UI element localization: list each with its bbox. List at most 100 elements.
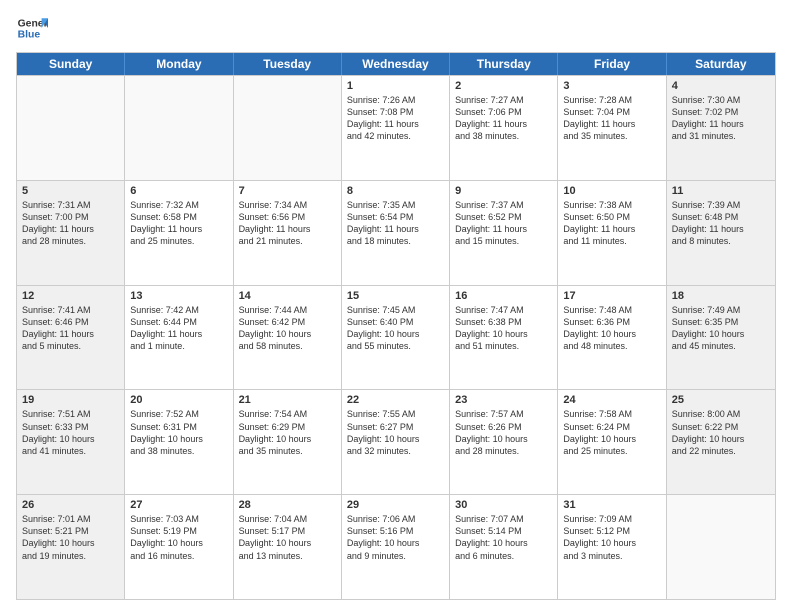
- calendar-cell: 18 Sunrise: 7:49 AM Sunset: 6:35 PM Dayli…: [667, 286, 775, 390]
- calendar-cell: 24Sunrise: 7:58 AM Sunset: 6:24 PM Dayli…: [558, 390, 666, 494]
- day-number: 21: [239, 394, 336, 406]
- day-info: Sunrise: 7:41 AM Sunset: 6:46 PM Dayligh…: [22, 304, 119, 353]
- calendar-cell: 5Sunrise: 7:31 AM Sunset: 7:00 PM Daylig…: [17, 181, 125, 285]
- day-info: Sunrise: 7:49 AM Sunset: 6:35 PM Dayligh…: [672, 304, 770, 353]
- calendar-cell: 20 Sunrise: 7:52 AM Sunset: 6:31 PM Dayli…: [125, 390, 233, 494]
- day-info: Sunrise: 7:06 AM Sunset: 5:16 PM Dayligh…: [347, 513, 444, 562]
- calendar-cell: 31Sunrise: 7:09 AM Sunset: 5:12 PM Dayli…: [558, 495, 666, 599]
- day-number: 24: [563, 394, 660, 406]
- calendar: SundayMondayTuesdayWednesdayThursdayFrid…: [16, 52, 776, 600]
- calendar-cell: 16 Sunrise: 7:47 AM Sunset: 6:38 PM Dayli…: [450, 286, 558, 390]
- day-info: Sunrise: 7:37 AM Sunset: 6:52 PM Dayligh…: [455, 199, 552, 248]
- calendar-cell: 11 Sunrise: 7:39 AM Sunset: 6:48 PM Dayli…: [667, 181, 775, 285]
- weekday-header: Friday: [558, 53, 666, 75]
- calendar-cell: 13 Sunrise: 7:42 AM Sunset: 6:44 PM Dayli…: [125, 286, 233, 390]
- day-info: Sunrise: 7:32 AM Sunset: 6:58 PM Dayligh…: [130, 199, 227, 248]
- calendar-cell: 1 Sunrise: 7:26 AM Sunset: 7:08 PM Daylig…: [342, 76, 450, 180]
- day-number: 2: [455, 80, 552, 92]
- calendar-cell: 27 Sunrise: 7:03 AM Sunset: 5:19 PM Dayli…: [125, 495, 233, 599]
- day-info: Sunrise: 7:04 AM Sunset: 5:17 PM Dayligh…: [239, 513, 336, 562]
- day-number: 1: [347, 80, 444, 92]
- calendar-row: 26 Sunrise: 7:01 AM Sunset: 5:21 PM Dayli…: [17, 494, 775, 599]
- day-info: Sunrise: 7:44 AM Sunset: 6:42 PM Dayligh…: [239, 304, 336, 353]
- calendar-row: 5Sunrise: 7:31 AM Sunset: 7:00 PM Daylig…: [17, 180, 775, 285]
- day-number: 28: [239, 499, 336, 511]
- logo: General Blue: [16, 12, 48, 44]
- day-number: 13: [130, 290, 227, 302]
- day-info: Sunrise: 7:03 AM Sunset: 5:19 PM Dayligh…: [130, 513, 227, 562]
- calendar-row: 19 Sunrise: 7:51 AM Sunset: 6:33 PM Dayli…: [17, 389, 775, 494]
- day-number: 6: [130, 185, 227, 197]
- day-info: Sunrise: 7:45 AM Sunset: 6:40 PM Dayligh…: [347, 304, 444, 353]
- day-info: Sunrise: 7:35 AM Sunset: 6:54 PM Dayligh…: [347, 199, 444, 248]
- calendar-header: SundayMondayTuesdayWednesdayThursdayFrid…: [17, 53, 775, 75]
- day-info: Sunrise: 7:28 AM Sunset: 7:04 PM Dayligh…: [563, 94, 660, 143]
- day-number: 3: [563, 80, 660, 92]
- day-number: 4: [672, 80, 770, 92]
- day-info: Sunrise: 7:34 AM Sunset: 6:56 PM Dayligh…: [239, 199, 336, 248]
- day-number: 29: [347, 499, 444, 511]
- calendar-cell: 12Sunrise: 7:41 AM Sunset: 6:46 PM Dayli…: [17, 286, 125, 390]
- day-number: 8: [347, 185, 444, 197]
- day-number: 31: [563, 499, 660, 511]
- calendar-cell: 6 Sunrise: 7:32 AM Sunset: 6:58 PM Daylig…: [125, 181, 233, 285]
- day-info: Sunrise: 7:55 AM Sunset: 6:27 PM Dayligh…: [347, 408, 444, 457]
- day-number: 27: [130, 499, 227, 511]
- day-number: 16: [455, 290, 552, 302]
- weekday-header: Saturday: [667, 53, 775, 75]
- day-info: Sunrise: 7:54 AM Sunset: 6:29 PM Dayligh…: [239, 408, 336, 457]
- calendar-cell: [125, 76, 233, 180]
- calendar-cell: 26 Sunrise: 7:01 AM Sunset: 5:21 PM Dayli…: [17, 495, 125, 599]
- day-number: 14: [239, 290, 336, 302]
- calendar-cell: 28 Sunrise: 7:04 AM Sunset: 5:17 PM Dayli…: [234, 495, 342, 599]
- calendar-cell: 23 Sunrise: 7:57 AM Sunset: 6:26 PM Dayli…: [450, 390, 558, 494]
- day-number: 18: [672, 290, 770, 302]
- calendar-cell: [667, 495, 775, 599]
- day-info: Sunrise: 7:30 AM Sunset: 7:02 PM Dayligh…: [672, 94, 770, 143]
- calendar-cell: 30Sunrise: 7:07 AM Sunset: 5:14 PM Dayli…: [450, 495, 558, 599]
- header: General Blue: [16, 12, 776, 44]
- day-info: Sunrise: 7:51 AM Sunset: 6:33 PM Dayligh…: [22, 408, 119, 457]
- logo-icon: General Blue: [16, 12, 48, 44]
- calendar-cell: 14 Sunrise: 7:44 AM Sunset: 6:42 PM Dayli…: [234, 286, 342, 390]
- day-info: Sunrise: 7:52 AM Sunset: 6:31 PM Dayligh…: [130, 408, 227, 457]
- day-number: 23: [455, 394, 552, 406]
- page: General Blue SundayMondayTuesdayWednesda…: [0, 0, 792, 612]
- day-number: 7: [239, 185, 336, 197]
- day-number: 20: [130, 394, 227, 406]
- day-info: Sunrise: 7:57 AM Sunset: 6:26 PM Dayligh…: [455, 408, 552, 457]
- day-info: Sunrise: 7:26 AM Sunset: 7:08 PM Dayligh…: [347, 94, 444, 143]
- day-number: 25: [672, 394, 770, 406]
- calendar-cell: 17Sunrise: 7:48 AM Sunset: 6:36 PM Dayli…: [558, 286, 666, 390]
- day-info: Sunrise: 7:38 AM Sunset: 6:50 PM Dayligh…: [563, 199, 660, 248]
- calendar-cell: 25 Sunrise: 8:00 AM Sunset: 6:22 PM Dayli…: [667, 390, 775, 494]
- calendar-cell: 3 Sunrise: 7:28 AM Sunset: 7:04 PM Daylig…: [558, 76, 666, 180]
- calendar-cell: 8 Sunrise: 7:35 AM Sunset: 6:54 PM Daylig…: [342, 181, 450, 285]
- day-info: Sunrise: 8:00 AM Sunset: 6:22 PM Dayligh…: [672, 408, 770, 457]
- calendar-cell: 29 Sunrise: 7:06 AM Sunset: 5:16 PM Dayli…: [342, 495, 450, 599]
- calendar-cell: [234, 76, 342, 180]
- weekday-header: Tuesday: [234, 53, 342, 75]
- day-number: 9: [455, 185, 552, 197]
- calendar-cell: 22 Sunrise: 7:55 AM Sunset: 6:27 PM Dayli…: [342, 390, 450, 494]
- day-number: 11: [672, 185, 770, 197]
- day-info: Sunrise: 7:47 AM Sunset: 6:38 PM Dayligh…: [455, 304, 552, 353]
- weekday-header: Wednesday: [342, 53, 450, 75]
- day-info: Sunrise: 7:01 AM Sunset: 5:21 PM Dayligh…: [22, 513, 119, 562]
- calendar-cell: 2Sunrise: 7:27 AM Sunset: 7:06 PM Daylig…: [450, 76, 558, 180]
- calendar-row: 1 Sunrise: 7:26 AM Sunset: 7:08 PM Daylig…: [17, 75, 775, 180]
- day-number: 26: [22, 499, 119, 511]
- calendar-cell: 7 Sunrise: 7:34 AM Sunset: 6:56 PM Daylig…: [234, 181, 342, 285]
- weekday-header: Monday: [125, 53, 233, 75]
- day-info: Sunrise: 7:31 AM Sunset: 7:00 PM Dayligh…: [22, 199, 119, 248]
- day-number: 15: [347, 290, 444, 302]
- day-info: Sunrise: 7:42 AM Sunset: 6:44 PM Dayligh…: [130, 304, 227, 353]
- day-number: 10: [563, 185, 660, 197]
- calendar-cell: 10 Sunrise: 7:38 AM Sunset: 6:50 PM Dayli…: [558, 181, 666, 285]
- day-number: 19: [22, 394, 119, 406]
- weekday-header: Thursday: [450, 53, 558, 75]
- day-info: Sunrise: 7:39 AM Sunset: 6:48 PM Dayligh…: [672, 199, 770, 248]
- weekday-header: Sunday: [17, 53, 125, 75]
- calendar-cell: 4 Sunrise: 7:30 AM Sunset: 7:02 PM Daylig…: [667, 76, 775, 180]
- day-number: 22: [347, 394, 444, 406]
